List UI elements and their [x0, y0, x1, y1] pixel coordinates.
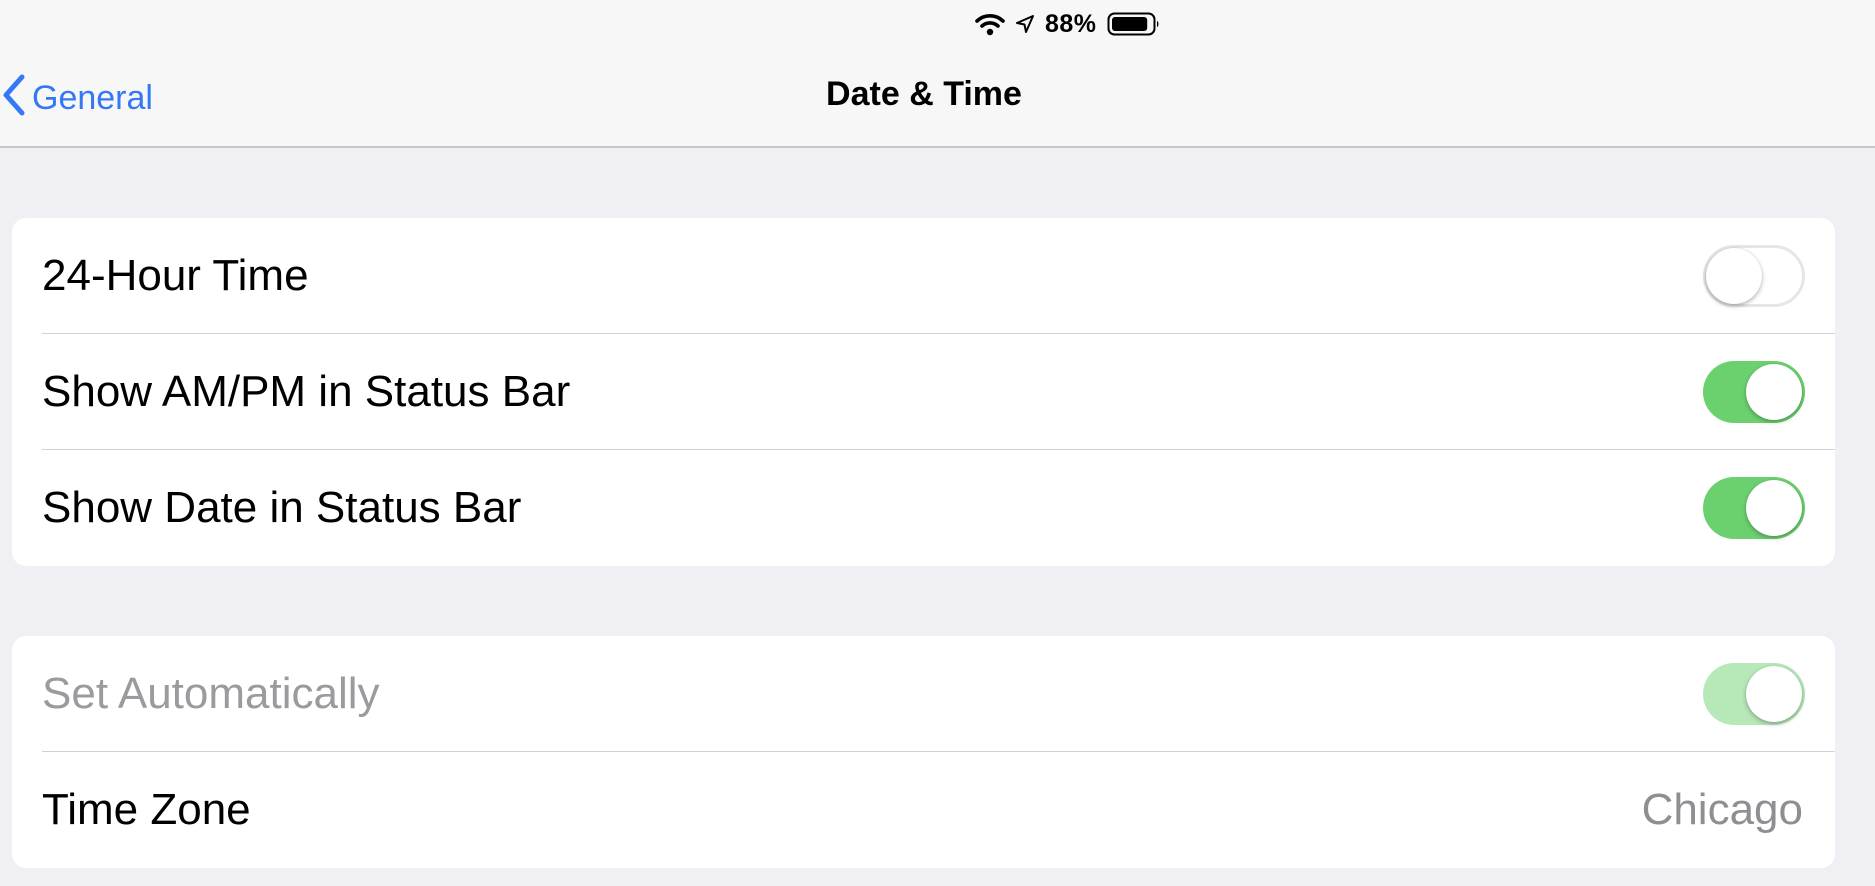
toggle-knob: [1746, 480, 1802, 536]
toggle-knob: [1706, 248, 1762, 304]
setting-label: Time Zone: [42, 785, 251, 834]
status-bar: 88%: [975, 8, 1161, 40]
wifi-icon: [975, 12, 1005, 36]
setting-label: Show Date in Status Bar: [42, 483, 522, 532]
set-automatically-toggle: [1703, 663, 1805, 725]
setting-row-set-automatically: Set Automatically: [12, 636, 1835, 752]
battery-icon: [1107, 11, 1161, 37]
battery-percentage: 88%: [1045, 9, 1097, 38]
show-am-pm-toggle[interactable]: [1703, 361, 1805, 423]
setting-row-show-date: Show Date in Status Bar: [12, 450, 1835, 566]
setting-label: 24-Hour Time: [42, 251, 309, 300]
setting-label: Show AM/PM in Status Bar: [42, 367, 571, 416]
toggle-knob: [1746, 364, 1802, 420]
location-icon: [1015, 14, 1035, 34]
setting-label: Set Automatically: [42, 669, 380, 718]
time-format-group: 24-Hour Time Show AM/PM in Status Bar Sh…: [12, 218, 1835, 566]
24-hour-time-toggle[interactable]: [1703, 245, 1805, 307]
time-zone-value: Chicago: [1641, 785, 1803, 834]
time-zone-group: Set Automatically Time Zone Chicago: [12, 636, 1835, 868]
page-title: Date & Time: [826, 75, 1022, 113]
toggle-knob: [1746, 666, 1802, 722]
show-date-toggle[interactable]: [1703, 477, 1805, 539]
setting-row-show-am-pm: Show AM/PM in Status Bar: [12, 334, 1835, 450]
setting-row-24-hour-time: 24-Hour Time: [12, 218, 1835, 334]
setting-row-time-zone[interactable]: Time Zone Chicago: [12, 752, 1835, 868]
navigation-bar: 88% General Date & Time: [0, 0, 1875, 148]
